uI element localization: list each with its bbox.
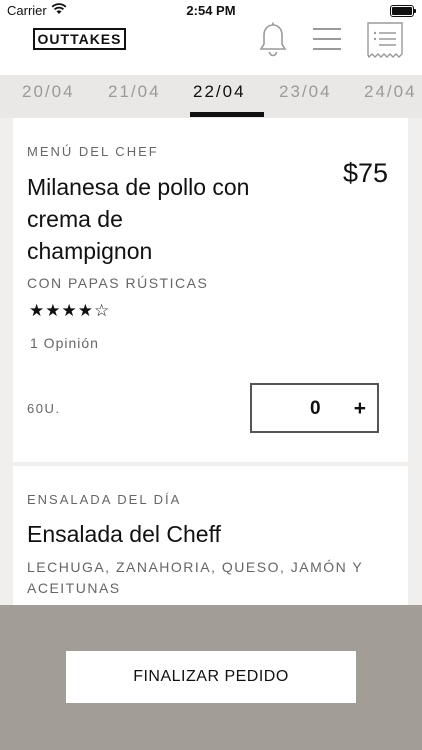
- checkout-footer: FINALIZAR PEDIDO: [0, 605, 422, 750]
- menu-icon[interactable]: [312, 26, 342, 52]
- item-title: Ensalada del Cheff: [27, 521, 221, 547]
- quantity-value: 0: [310, 398, 321, 419]
- date-tab[interactable]: 21/04: [108, 82, 161, 102]
- menu-item-card: ENSALADA DEL DÍA Ensalada del Cheff LECH…: [13, 466, 408, 606]
- item-subtitle-line: LECHUGA, ZANAHORIA, QUESO, JAMÓN Y: [27, 559, 364, 575]
- item-price: $75: [342, 158, 388, 188]
- status-time: 2:54 PM: [186, 3, 236, 18]
- quantity-stepper[interactable]: 0 +: [250, 383, 379, 433]
- item-title-line: Milanesa de pollo con: [27, 174, 250, 200]
- menu-item-card: MENÚ DEL CHEF Milanesa de pollo con crem…: [13, 118, 408, 462]
- bell-icon[interactable]: [257, 22, 289, 58]
- item-category: ENSALADA DEL DÍA: [27, 492, 182, 507]
- opinions-count[interactable]: 1 Opinión: [30, 335, 99, 351]
- date-selector: 20/04 21/04 22/04 23/04 24/04: [0, 75, 422, 118]
- active-date-indicator: [190, 112, 264, 117]
- date-tab[interactable]: 20/04: [22, 82, 75, 102]
- date-tab[interactable]: 23/04: [279, 82, 332, 102]
- receipt-icon[interactable]: [366, 22, 404, 58]
- app-header: OUTTAKES: [0, 22, 422, 75]
- rating-stars: ★★★★☆: [29, 301, 111, 320]
- date-tab[interactable]: 24/04: [364, 82, 417, 102]
- item-title: Milanesa de pollo con crema de champigno…: [27, 171, 249, 267]
- finalize-order-button[interactable]: FINALIZAR PEDIDO: [66, 651, 356, 703]
- date-tab-active[interactable]: 22/04: [193, 82, 246, 102]
- item-subtitle: CON PAPAS RÚSTICAS: [27, 275, 209, 291]
- item-subtitle-line: ACEITUNAS: [27, 580, 121, 596]
- outtakes-logo[interactable]: OUTTAKES: [33, 28, 126, 50]
- battery-icon: [390, 5, 416, 17]
- status-bar: Carrier 2:54 PM: [0, 0, 422, 22]
- item-title-line: crema de: [27, 206, 123, 232]
- item-title-line: champignon: [27, 238, 153, 264]
- item-subtitle: LECHUGA, ZANAHORIA, QUESO, JAMÓN Y ACEIT…: [27, 557, 363, 599]
- item-category: MENÚ DEL CHEF: [27, 144, 159, 159]
- units-available: 60U.: [27, 401, 61, 416]
- increment-button[interactable]: +: [354, 397, 366, 421]
